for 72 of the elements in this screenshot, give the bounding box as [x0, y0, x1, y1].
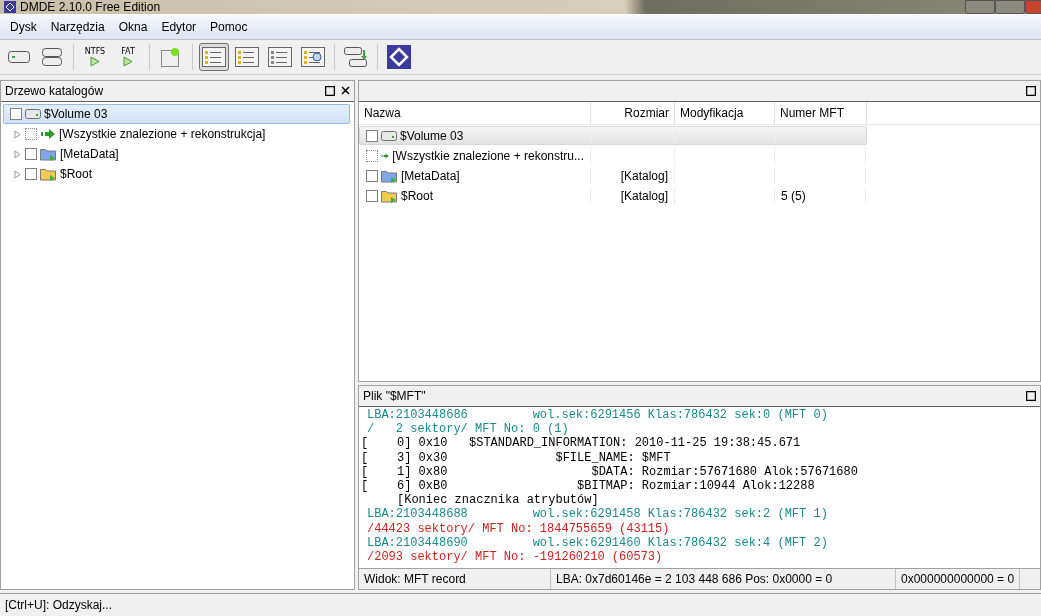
log-line: LBA:2103448686 wol.sek:6291456 Klas:786432 sek:0 (MFT 0) [367, 408, 828, 422]
log-line: / 2 sektory/ MFT No: 0 (1) [367, 422, 569, 437]
search-icon [301, 47, 325, 67]
drive-icon [8, 51, 30, 63]
menu-item[interactable]: Dysk [3, 20, 44, 34]
menu-item[interactable]: Pomoc [203, 20, 255, 34]
panel-title: Drzewo katalogów [5, 84, 104, 98]
drive-icon [381, 130, 397, 141]
menu-item[interactable]: Okna [111, 20, 155, 34]
file-name: $Root [401, 188, 434, 203]
log-line: LBA:2103448690 wol.sek:6291460 Klas:786432 sek:4 (MFT 2) [367, 535, 828, 550]
status-text: [Ctrl+U]: Odzyskaj... [5, 598, 113, 612]
menu-item[interactable]: Edytor [154, 20, 204, 34]
checkbox[interactable] [10, 108, 22, 120]
folder-icon [381, 188, 398, 203]
checkbox[interactable] [366, 189, 378, 202]
drive-icon [25, 109, 41, 119]
new-page-icon [160, 46, 182, 68]
checkbox[interactable] [25, 168, 37, 180]
log-line: [ 3] 0x30 $FILE_NAME: $MFT [361, 450, 671, 465]
checkbox[interactable] [25, 148, 37, 160]
details-view-icon [268, 47, 292, 67]
log-line: /2093 sektory/ MFT No: -191260210 (60573) [367, 550, 663, 565]
list-view-icon [235, 47, 259, 67]
tree-item[interactable]: $Volume 03 [3, 104, 350, 124]
scan-button[interactable]: NTFS [80, 43, 110, 71]
maximize-icon[interactable] [1026, 86, 1036, 96]
log-line: [ 6] 0xB0 $BITMAP: Rozmiar:10944 Alok:12288 [361, 479, 815, 493]
log-line: LBA:2103448688 wol.sek:6291458 Klas:786432 sek:2 (MFT 1) [367, 507, 828, 522]
table-row[interactable]: [Wszystkie znalezione + rekonstru... [359, 146, 867, 165]
table-row[interactable]: [MetaData] [Katalog] [359, 166, 867, 185]
window-title: DMDE 2.10.0 Free Edition [4, 0, 161, 14]
tree-item[interactable]: [Wszystkie znalezione + rekonstrukcja] [1, 124, 354, 144]
folder-icon [40, 167, 57, 181]
checkbox[interactable] [366, 129, 378, 142]
play-icon [90, 56, 100, 67]
tree-item[interactable]: [MetaData] [1, 144, 354, 164]
table-cell: [Katalog] [620, 168, 668, 183]
scan-button[interactable]: FAT [113, 43, 143, 71]
status-field: Widok: MFT record [359, 569, 551, 589]
recover-icon [344, 46, 368, 68]
table-row[interactable]: $Root [Katalog] 5 (5) [359, 186, 867, 205]
file-name: [Wszystkie znalezione + rekonstru... [392, 148, 584, 163]
play-icon [123, 56, 133, 67]
maximize-icon[interactable] [325, 86, 335, 96]
disks-icon [42, 47, 62, 67]
log-line: [ 0] 0x10 $STANDARD_INFORMATION: 2010-11-25 19:38:45.671 [361, 436, 801, 451]
tree-item[interactable]: $Root [1, 164, 354, 184]
checkbox[interactable] [366, 169, 378, 182]
table-row[interactable]: $Volume 03 [359, 126, 867, 145]
table-cell: [Katalog] [620, 188, 668, 203]
close-icon[interactable] [341, 86, 350, 95]
status-field: LBA: 0x7d60146e = 2 103 448 686 Pos: 0x0000 = 0 [551, 569, 896, 589]
folder-icon [381, 168, 398, 183]
checkbox[interactable] [25, 128, 37, 140]
folder-icon [40, 147, 57, 161]
toolbar-button[interactable] [199, 43, 229, 71]
tree-view-icon [202, 47, 226, 67]
log-line: /44423 sektory/ MFT No: 1844755659 (43115) [367, 521, 670, 536]
table-cell: 5 (5) [781, 188, 806, 203]
status-field: 0x000000000000 = 0 [896, 569, 1021, 589]
log-line: [Koniec znacznika atrybutów] [396, 493, 599, 508]
file-name: $Volume 03 [400, 128, 464, 143]
menu-item[interactable]: Narzędzia [43, 20, 112, 34]
logo-icon [387, 45, 411, 69]
maximize-icon[interactable] [1026, 391, 1036, 401]
file-name: [MetaData] [401, 168, 460, 183]
arrow-icon [40, 129, 56, 139]
log-line: [ 1] 0x80 $DATA: Rozmiar:57671680 Alok:57671680 [361, 464, 858, 479]
checkbox[interactable] [366, 149, 378, 162]
toolbar-button[interactable] [384, 43, 414, 71]
panel-title: Plik "$MFT" [363, 389, 426, 403]
